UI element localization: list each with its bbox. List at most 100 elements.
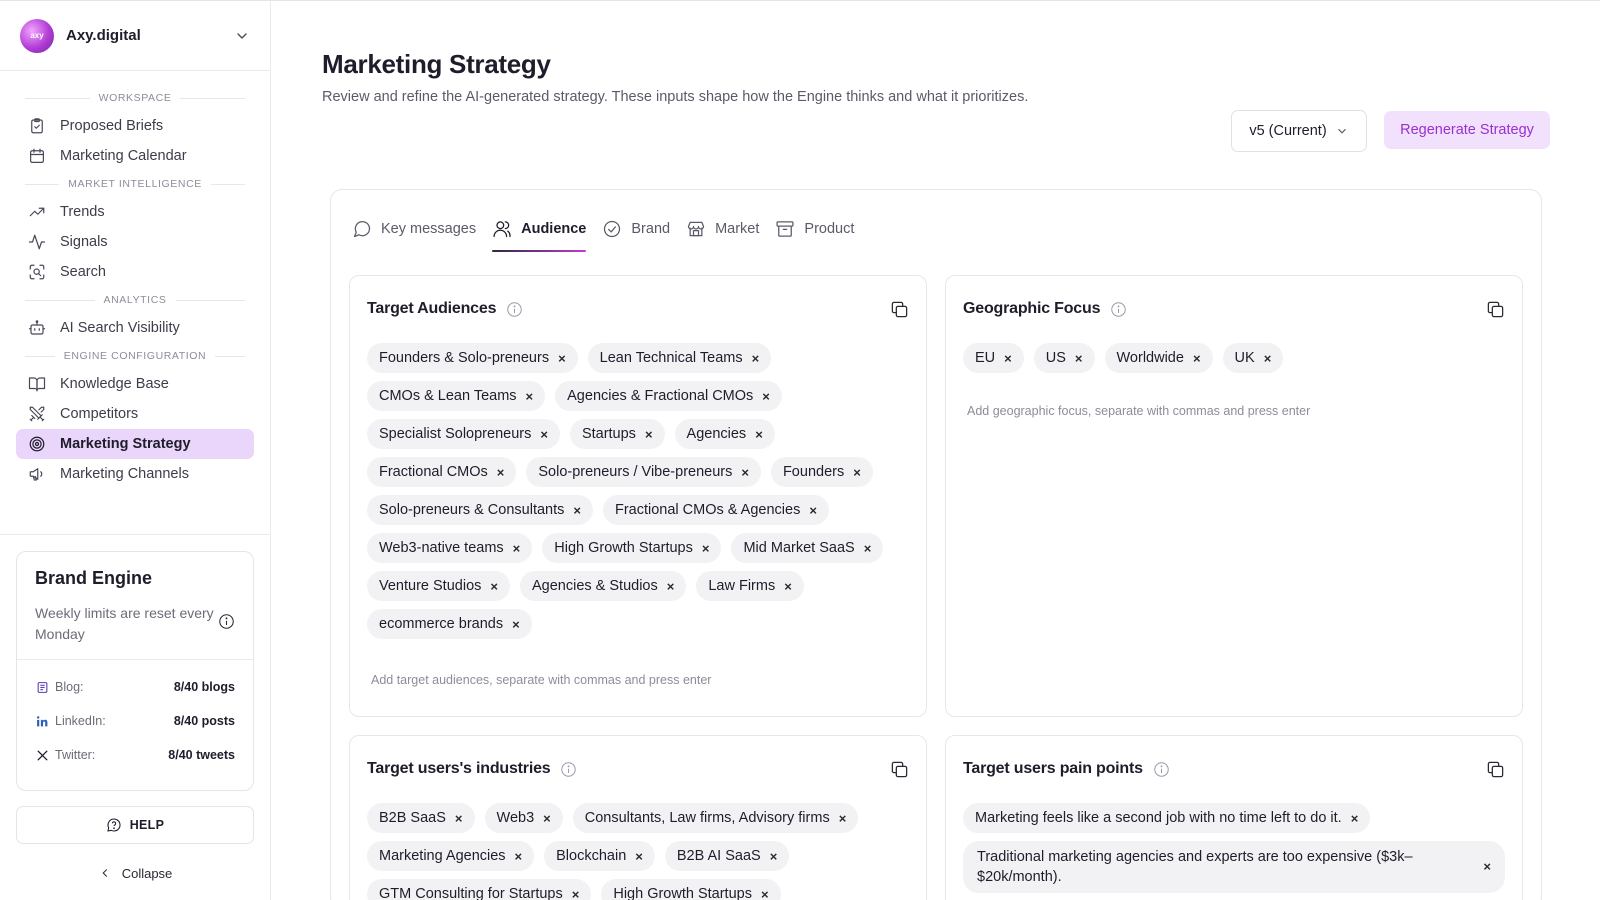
users-icon <box>493 221 511 238</box>
remove-chip-icon[interactable]: × <box>497 465 505 480</box>
remove-chip-icon[interactable]: × <box>513 541 521 556</box>
sidebar-item-knowledge-base[interactable]: Knowledge Base <box>16 369 254 399</box>
copy-icon[interactable] <box>1486 760 1505 779</box>
sidebar-item-marketing-channels[interactable]: Marketing Channels <box>16 459 254 489</box>
chip-label: Fractional CMOs & Agencies <box>614 502 801 518</box>
chip: Traditional marketing agencies and exper… <box>963 841 1505 893</box>
sidebar-divider <box>0 534 270 535</box>
remove-chip-icon[interactable]: × <box>770 849 778 864</box>
remove-chip-icon[interactable]: × <box>645 427 653 442</box>
remove-chip-icon[interactable]: × <box>809 503 817 518</box>
chip-label: High Growth Startups <box>613 886 752 900</box>
blog-icon <box>35 680 49 694</box>
chip-label: Agencies & Fractional CMOs <box>567 388 754 404</box>
remove-chip-icon[interactable]: × <box>864 541 872 556</box>
chip-label: Solo-preneurs & Consultants <box>379 502 565 518</box>
copy-icon[interactable] <box>890 760 909 779</box>
sidebar-item-label: Signals <box>60 234 108 250</box>
chip-label: CMOs & Lean Teams <box>379 388 517 404</box>
remove-chip-icon[interactable]: × <box>540 427 548 442</box>
card-title: Target Audiences <box>367 300 497 317</box>
tab-brand[interactable]: Brand <box>602 212 670 246</box>
copy-icon[interactable] <box>1486 300 1505 319</box>
remove-chip-icon[interactable]: × <box>635 849 643 864</box>
chip-label: Law Firms <box>708 578 776 594</box>
org-switcher[interactable]: axy Axy.digital <box>0 1 270 71</box>
limit-value: 8/40 blogs <box>173 680 235 694</box>
tab-audience[interactable]: Audience <box>492 212 587 252</box>
chip: UK × <box>1222 343 1284 373</box>
remove-chip-icon[interactable]: × <box>1351 811 1359 826</box>
remove-chip-icon[interactable]: × <box>1193 351 1201 366</box>
sidebar-item-trends[interactable]: Trends <box>16 197 254 227</box>
pain-points-chips: Marketing feels like a second job with n… <box>963 803 1505 893</box>
remove-chip-icon[interactable]: × <box>558 351 566 366</box>
limit-row-blog: Blog: 8/40 blogs <box>35 670 235 704</box>
remove-chip-icon[interactable]: × <box>667 579 675 594</box>
help-button[interactable]: HELP <box>16 806 254 844</box>
sidebar-item-label: Marketing Channels <box>60 466 189 482</box>
chip: B2B AI SaaS × <box>664 841 790 871</box>
sidebar-item-marketing-calendar[interactable]: Marketing Calendar <box>16 141 254 171</box>
tab-key-messages[interactable]: Key messages <box>352 212 476 246</box>
target-audiences-chips: Founders & Solo-preneurs × Lean Technical … <box>367 343 909 639</box>
archive-box-icon <box>776 221 794 237</box>
chip: Startups × <box>569 419 665 449</box>
remove-chip-icon[interactable]: × <box>741 465 749 480</box>
remove-chip-icon[interactable]: × <box>573 503 581 518</box>
info-icon[interactable] <box>218 613 235 630</box>
remove-chip-icon[interactable]: × <box>1004 351 1012 366</box>
remove-chip-icon[interactable]: × <box>512 617 520 632</box>
activity-icon <box>28 234 46 250</box>
sidebar-item-competitors[interactable]: Competitors <box>16 399 254 429</box>
nav-section-label: Analytics <box>103 294 167 306</box>
collapse-button[interactable]: Collapse <box>16 861 254 885</box>
remove-chip-icon[interactable]: × <box>490 579 498 594</box>
sidebar-item-signals[interactable]: Signals <box>16 227 254 257</box>
remove-chip-icon[interactable]: × <box>762 389 770 404</box>
info-icon[interactable] <box>1110 301 1127 318</box>
sidebar-item-proposed-briefs[interactable]: Proposed Briefs <box>16 111 254 141</box>
chip: Fractional CMOs × <box>367 457 517 487</box>
regenerate-strategy-button[interactable]: Regenerate Strategy <box>1384 111 1550 149</box>
remove-chip-icon[interactable]: × <box>1264 351 1272 366</box>
remove-chip-icon[interactable]: × <box>761 887 769 900</box>
chevron-down-icon <box>237 32 247 39</box>
tab-label: Key messages <box>381 221 477 237</box>
chip: ecommerce brands × <box>367 609 532 639</box>
chip: Web3 × <box>484 803 563 833</box>
collapse-label: Collapse <box>121 865 173 881</box>
chip-label: Traditional marketing agencies and exper… <box>977 849 1413 885</box>
info-icon[interactable] <box>506 301 523 318</box>
remove-chip-icon[interactable]: × <box>455 811 463 826</box>
tab-label: Brand <box>631 221 671 237</box>
remove-chip-icon[interactable]: × <box>702 541 710 556</box>
chip-label: Mid Market SaaS <box>743 540 855 556</box>
remove-chip-icon[interactable]: × <box>853 465 861 480</box>
geographic-focus-input[interactable]: Add geographic focus, separate with comm… <box>967 404 1310 418</box>
remove-chip-icon[interactable]: × <box>515 849 523 864</box>
remove-chip-icon[interactable]: × <box>572 887 580 900</box>
version-select[interactable]: v5 (Current) <box>1231 110 1367 152</box>
chip: Law Firms × <box>696 571 804 601</box>
sidebar-item-marketing-strategy[interactable]: Marketing Strategy <box>16 429 254 459</box>
remove-chip-icon[interactable]: × <box>752 351 760 366</box>
info-icon[interactable] <box>1153 761 1170 778</box>
remove-chip-icon[interactable]: × <box>755 427 763 442</box>
remove-chip-icon[interactable]: × <box>1483 857 1491 877</box>
chip: Marketing Agencies × <box>367 841 535 871</box>
remove-chip-icon[interactable]: × <box>543 811 551 826</box>
info-icon[interactable] <box>560 761 577 778</box>
tab-market[interactable]: Market <box>686 212 759 246</box>
copy-icon[interactable] <box>890 300 909 319</box>
sidebar-item-ai-search-visibility[interactable]: AI Search Visibility <box>16 313 254 343</box>
remove-chip-icon[interactable]: × <box>784 579 792 594</box>
target-audiences-input[interactable]: Add target audiences, separate with comm… <box>371 673 711 687</box>
sidebar-item-search[interactable]: Search <box>16 257 254 287</box>
remove-chip-icon[interactable]: × <box>1075 351 1083 366</box>
remove-chip-icon[interactable]: × <box>839 811 847 826</box>
tab-product[interactable]: Product <box>775 212 854 246</box>
remove-chip-icon[interactable]: × <box>526 389 534 404</box>
chip-label: Web3 <box>496 810 535 826</box>
chip: B2B SaaS × <box>367 803 475 833</box>
